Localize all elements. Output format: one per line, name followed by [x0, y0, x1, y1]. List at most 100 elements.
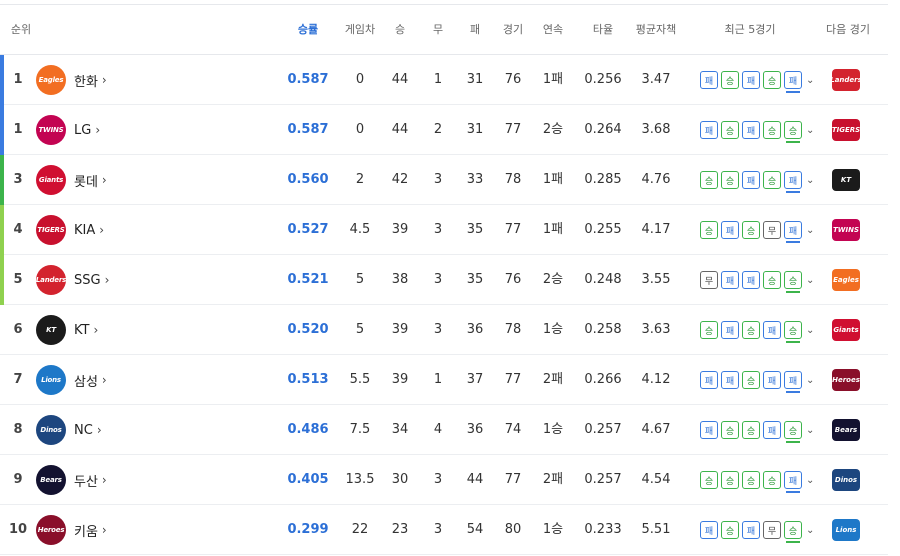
- next-game-opponent[interactable]: Bears: [830, 415, 862, 445]
- result-badge: 승: [721, 71, 739, 89]
- rank-indicator-bar: [0, 205, 4, 255]
- batting-avg-value: 0.255: [584, 222, 622, 237]
- opponent-logo-icon: TIGERS: [832, 119, 860, 141]
- next-game-opponent[interactable]: Lions: [830, 515, 862, 545]
- batting-avg-value: 0.266: [584, 372, 622, 387]
- team-logo-icon: Eagles: [36, 65, 66, 95]
- next-game-opponent[interactable]: Heroes: [830, 365, 862, 395]
- recent-results: 승 승 승 승 패 ⌄: [700, 455, 814, 505]
- table-row[interactable]: 4 TIGERS KIA › 0.527 4.5 39 3 35 77 1패 0.255 4.17 승 패 승…: [0, 205, 888, 255]
- rank-value: 3: [13, 172, 23, 187]
- result-badge: 승: [742, 371, 760, 389]
- losses-value: 31: [466, 72, 484, 87]
- header-streak[interactable]: 연속: [536, 5, 570, 55]
- games-behind-value: 2: [355, 172, 365, 187]
- win-pct-value: 0.486: [287, 422, 329, 437]
- opponent-logo-icon: Bears: [832, 419, 860, 441]
- header-draws[interactable]: 무: [423, 5, 453, 55]
- chevron-down-icon[interactable]: ⌄: [806, 275, 814, 286]
- rank-value: 1: [13, 72, 23, 87]
- result-badge: 패: [784, 471, 802, 493]
- chevron-down-icon[interactable]: ⌄: [806, 225, 814, 236]
- team-link[interactable]: Eagles 한화 ›: [36, 55, 107, 105]
- table-row[interactable]: 6 KT KT › 0.520 5 39 3 36 78 1승 0.258 3.63 승 패 승 패 승 ⌄ Gian…: [0, 305, 888, 355]
- chevron-down-icon[interactable]: ⌄: [806, 325, 814, 336]
- wins-value: 39: [391, 322, 409, 337]
- chevron-down-icon[interactable]: ⌄: [806, 175, 814, 186]
- draws-value: 1: [433, 372, 443, 387]
- streak-value: 1승: [542, 522, 564, 537]
- team-link[interactable]: TWINS LG ›: [36, 105, 100, 155]
- result-badge: 승: [784, 521, 802, 543]
- chevron-right-icon: ›: [99, 223, 105, 237]
- chevron-down-icon[interactable]: ⌄: [806, 125, 814, 136]
- rank-value: 1: [13, 122, 23, 137]
- table-row[interactable]: 9 Bears 두산 › 0.405 13.5 30 3 44 77 2패 0.257 4.54 승 승 승 승…: [0, 455, 888, 505]
- table-row[interactable]: 5 Landers SSG › 0.521 5 38 3 35 76 2승 0.248 3.55 무 패 패 승…: [0, 255, 888, 305]
- recent-results: 패 승 패 승 승 ⌄: [700, 105, 814, 155]
- chevron-down-icon[interactable]: ⌄: [806, 425, 814, 436]
- chevron-down-icon[interactable]: ⌄: [806, 375, 814, 386]
- table-row[interactable]: 1 TWINS LG › 0.587 0 44 2 31 77 2승 0.264 3.68 패 승 패 승 승 ⌄ T…: [0, 105, 888, 155]
- games-value: 77: [504, 122, 522, 137]
- header-games-behind[interactable]: 게임차: [338, 5, 382, 55]
- rank-value: 10: [8, 522, 28, 537]
- chevron-down-icon[interactable]: ⌄: [806, 475, 814, 486]
- table-row[interactable]: 10 Heroes 키움 › 0.299 22 23 3 54 80 1승 0.233 5.51 패 승 패 무…: [0, 505, 888, 555]
- result-badge: 승: [721, 171, 739, 189]
- team-link[interactable]: Lions 삼성 ›: [36, 355, 107, 405]
- header-wins[interactable]: 승: [385, 5, 415, 55]
- wins-value: 42: [391, 172, 409, 187]
- next-game-opponent[interactable]: Giants: [830, 315, 862, 345]
- table-row[interactable]: 8 Dinos NC › 0.486 7.5 34 4 36 74 1승 0.257 4.67 패 승 승 패 승…: [0, 405, 888, 455]
- header-win-pct[interactable]: 승률: [288, 5, 328, 55]
- result-badge: 승: [742, 321, 760, 339]
- result-badge: 승: [784, 321, 802, 343]
- team-link[interactable]: KT KT ›: [36, 305, 98, 355]
- result-badge: 승: [763, 471, 781, 489]
- table-row[interactable]: 1 Eagles 한화 › 0.587 0 44 1 31 76 1패 0.256 3.47 패 승 패 승 패 ⌄…: [0, 55, 888, 105]
- result-badge: 승: [721, 121, 739, 139]
- next-game-opponent[interactable]: Landers: [830, 65, 862, 95]
- next-game-opponent[interactable]: TWINS: [830, 215, 862, 245]
- next-game-opponent[interactable]: KT: [830, 165, 862, 195]
- team-link[interactable]: Landers SSG ›: [36, 255, 109, 305]
- result-badge: 패: [700, 121, 718, 139]
- team-link[interactable]: Bears 두산 ›: [36, 455, 107, 505]
- chevron-down-icon[interactable]: ⌄: [806, 75, 814, 86]
- result-badge: 패: [721, 221, 739, 239]
- games-value: 78: [504, 322, 522, 337]
- result-badge: 패: [742, 521, 760, 539]
- header-losses[interactable]: 패: [460, 5, 490, 55]
- win-pct-value: 0.405: [287, 472, 329, 487]
- table-row[interactable]: 3 Giants 롯데 › 0.560 2 42 3 33 78 1패 0.285 4.76 승 승 패 승 패 ⌄…: [0, 155, 888, 205]
- header-rank[interactable]: 순위: [6, 5, 36, 55]
- result-badge: 승: [700, 471, 718, 489]
- header-games[interactable]: 경기: [496, 5, 530, 55]
- team-logo-icon: Lions: [36, 365, 66, 395]
- era-value: 5.51: [641, 522, 671, 537]
- header-batting-avg[interactable]: 타율: [585, 5, 621, 55]
- team-link[interactable]: Dinos NC ›: [36, 405, 102, 455]
- result-badge: 패: [700, 371, 718, 389]
- era-value: 4.67: [641, 422, 671, 437]
- losses-value: 37: [466, 372, 484, 387]
- chevron-down-icon[interactable]: ⌄: [806, 525, 814, 536]
- recent-results: 패 패 승 패 패 ⌄: [700, 355, 814, 405]
- team-link[interactable]: TIGERS KIA ›: [36, 205, 104, 255]
- team-logo-icon: TWINS: [36, 115, 66, 145]
- result-badge: 패: [763, 421, 781, 439]
- table-row[interactable]: 7 Lions 삼성 › 0.513 5.5 39 1 37 77 2패 0.266 4.12 패 패 승 패 패…: [0, 355, 888, 405]
- team-link[interactable]: Giants 롯데 ›: [36, 155, 107, 205]
- next-game-opponent[interactable]: TIGERS: [830, 115, 862, 145]
- next-game-opponent[interactable]: Dinos: [830, 465, 862, 495]
- team-link[interactable]: Heroes 키움 ›: [36, 505, 107, 555]
- streak-value: 1승: [542, 322, 564, 337]
- result-badge: 무: [700, 271, 718, 289]
- streak-value: 1패: [542, 222, 564, 237]
- batting-avg-value: 0.256: [584, 72, 622, 87]
- result-badge: 승: [763, 271, 781, 289]
- next-game-opponent[interactable]: Eagles: [830, 265, 862, 295]
- header-era[interactable]: 평균자책: [630, 5, 682, 55]
- losses-value: 54: [466, 522, 484, 537]
